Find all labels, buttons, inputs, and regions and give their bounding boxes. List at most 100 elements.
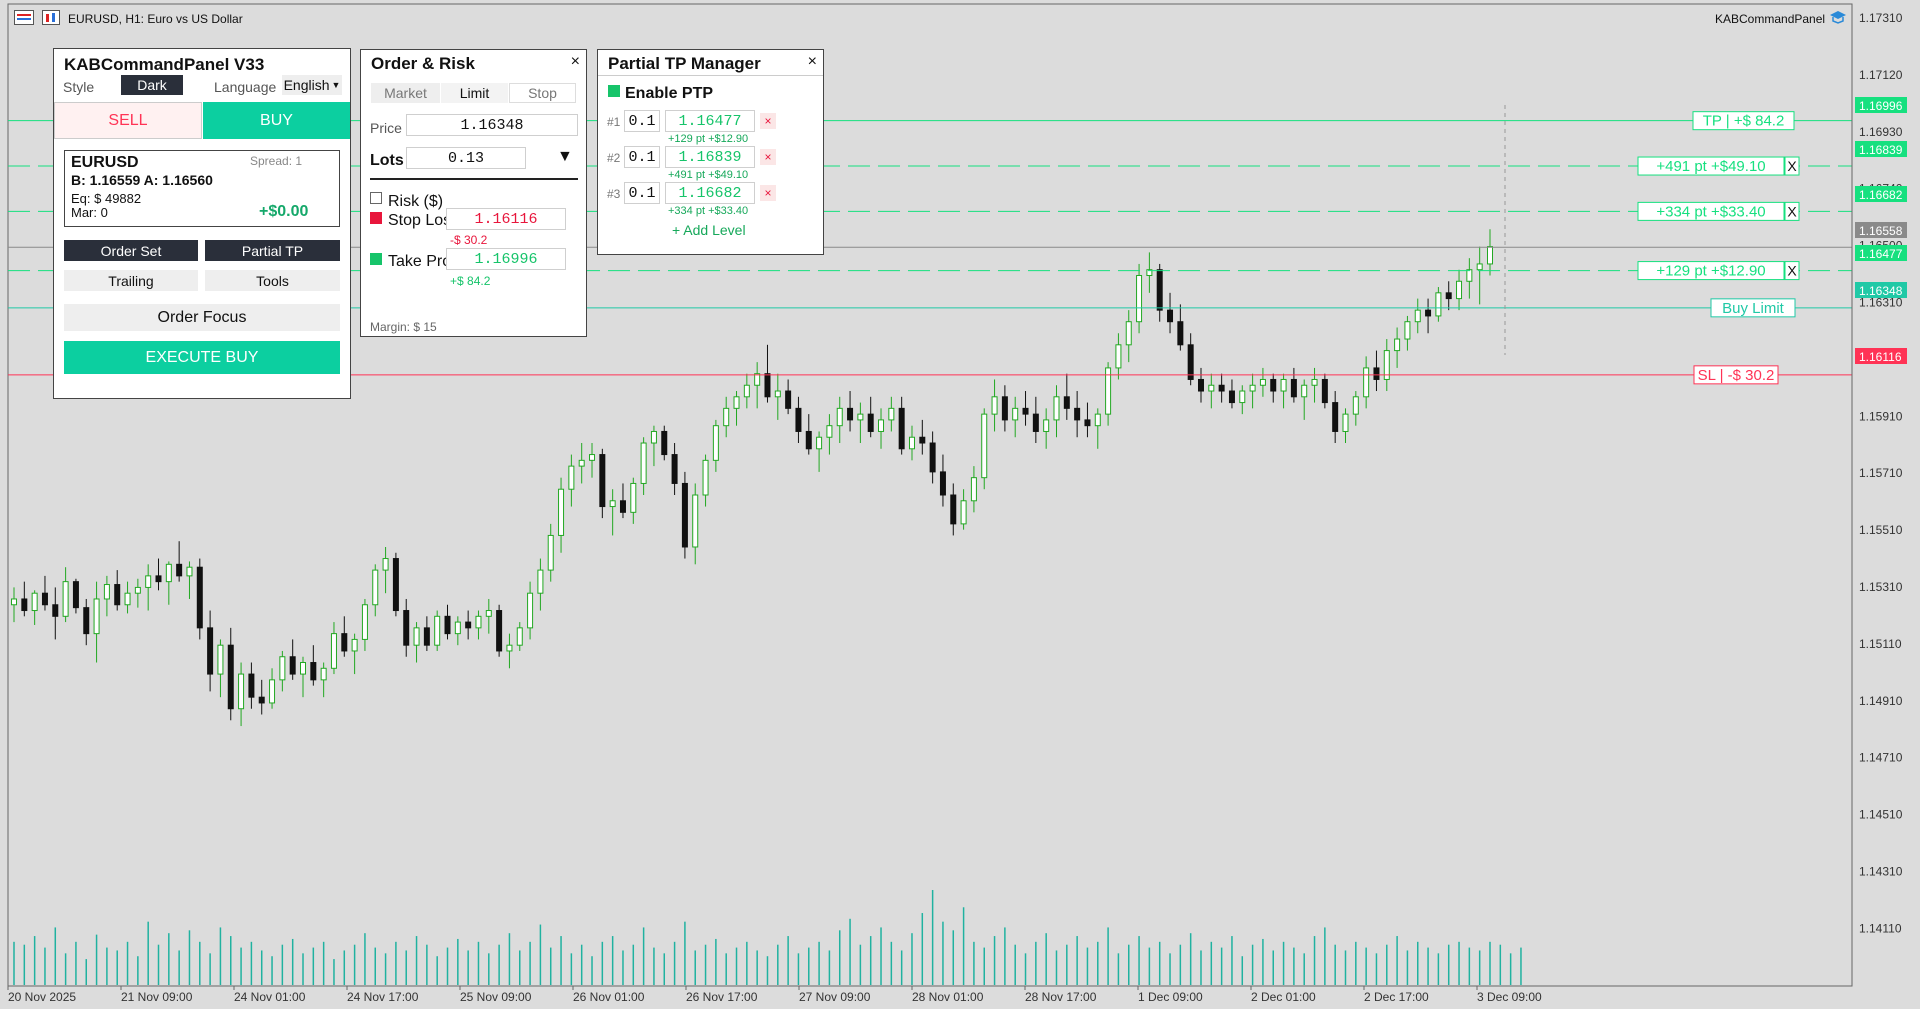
ptp-remove-button[interactable]: × — [760, 113, 776, 129]
time-axis-label: 24 Nov 17:00 — [347, 990, 419, 1004]
candle-body — [681, 482, 688, 548]
candle-body — [1363, 367, 1370, 398]
candle-body — [1290, 378, 1297, 398]
price-axis-label: 1.14110 — [1859, 921, 1902, 935]
ptp-level-index: #1 — [607, 115, 621, 129]
candle-body — [134, 586, 141, 594]
style-toggle[interactable]: Dark — [121, 75, 183, 95]
tp-input[interactable]: 1.16996 — [446, 248, 566, 270]
graduation-cap-icon[interactable] — [1829, 10, 1847, 24]
ptp-price-input[interactable]: 1.16682 — [665, 182, 755, 204]
candle-body — [754, 373, 761, 386]
mode-limit[interactable]: Limit — [441, 83, 508, 103]
ptp-title: Partial TP Manager — [608, 54, 761, 73]
chart-window-icon[interactable] — [42, 10, 60, 25]
candle-body — [1218, 384, 1225, 392]
ptp-price-input[interactable]: 1.16839 — [665, 146, 755, 168]
candle-body — [733, 396, 740, 409]
candle-body — [857, 413, 864, 421]
candle-body — [300, 662, 307, 675]
candle-body — [692, 494, 699, 548]
candle-body — [341, 633, 348, 652]
candle-body — [527, 592, 534, 629]
time-axis-label: 28 Nov 17:00 — [1025, 990, 1097, 1004]
candle-body — [847, 407, 854, 421]
ptp-price-input[interactable]: 1.16477 — [665, 110, 755, 132]
candle-body — [1352, 396, 1359, 415]
candle-body — [1404, 321, 1411, 340]
candle-body — [805, 430, 812, 450]
price-input[interactable]: 1.16348 — [406, 114, 578, 136]
candle-body — [176, 563, 183, 577]
kab-command-panel: KABCommandPanel V33 Style Dark Language … — [53, 48, 351, 399]
candle-body — [640, 442, 647, 484]
candle-body — [1487, 246, 1493, 265]
enable-ptp-checkbox[interactable] — [608, 85, 620, 97]
candle-body — [1394, 338, 1401, 352]
candle-body — [661, 430, 668, 456]
ptp-remove-button[interactable]: × — [760, 185, 776, 201]
mode-stop[interactable]: Stop — [509, 83, 576, 103]
candle-body — [1435, 292, 1442, 317]
order-risk-title: Order & Risk — [371, 54, 475, 73]
candle-body — [1456, 280, 1463, 300]
lots-chevron-icon[interactable]: ▼ — [557, 148, 573, 166]
tab-trailing[interactable]: Trailing — [64, 270, 198, 291]
candle-body — [320, 667, 327, 681]
candle-body — [506, 644, 513, 652]
close-icon: X — [1787, 158, 1797, 174]
close-icon: X — [1787, 203, 1797, 219]
indicator-name: KABCommandPanel — [1715, 12, 1826, 26]
candle-body — [960, 500, 967, 525]
candle-body — [1239, 390, 1246, 404]
candle-body — [454, 621, 461, 635]
sl-checkbox[interactable] — [370, 212, 382, 224]
candle-body — [1167, 309, 1174, 323]
candle-body — [785, 390, 792, 409]
ptp-remove-button[interactable]: × — [760, 149, 776, 165]
candle-body — [723, 407, 730, 427]
price-axis-label: 1.14310 — [1859, 865, 1903, 879]
mode-market[interactable]: Market — [371, 83, 440, 103]
partial-tp-panel: Partial TP Manager × Enable PTP #1 0.1 1.1… — [597, 49, 824, 255]
close-icon[interactable]: × — [571, 53, 580, 71]
line-label: TP | +$ 84.2 — [1703, 113, 1785, 130]
sl-input[interactable]: 1.16116 — [446, 208, 566, 230]
candle-body — [743, 384, 750, 398]
candle-body — [72, 581, 79, 609]
menu-grid-icon[interactable] — [14, 10, 34, 25]
line-label: +129 pt +$12.90 — [1656, 263, 1765, 280]
candle-body — [330, 633, 337, 669]
tp-checkbox[interactable] — [370, 253, 382, 265]
candle-body — [547, 534, 554, 571]
sell-button[interactable]: SELL — [54, 102, 202, 139]
candle-body — [1022, 407, 1029, 415]
close-icon[interactable]: × — [808, 53, 817, 71]
line-label: +491 pt +$49.10 — [1656, 158, 1765, 175]
price-axis-label: 1.14710 — [1859, 751, 1903, 765]
bid-ask: B: 1.16559 A: 1.16560 — [71, 172, 213, 188]
candle-body — [196, 566, 203, 629]
candle-body — [1425, 309, 1432, 317]
tab-partial-tp[interactable]: Partial TP — [205, 240, 340, 261]
candle-body — [950, 494, 957, 525]
buy-button[interactable]: BUY — [203, 102, 350, 139]
add-level-button[interactable]: + Add Level — [672, 222, 746, 238]
tab-order-set[interactable]: Order Set — [64, 240, 198, 261]
language-select[interactable]: English ▼ — [282, 75, 342, 95]
execute-buy-button[interactable]: EXECUTE BUY — [64, 341, 340, 374]
price-axis-label: 1.15310 — [1859, 580, 1903, 594]
tab-tools[interactable]: Tools — [205, 270, 340, 291]
candle-body — [496, 610, 503, 652]
candle-body — [558, 488, 565, 536]
risk-checkbox[interactable] — [370, 192, 382, 204]
enable-ptp-label: Enable PTP — [625, 85, 714, 102]
ptp-lot-input[interactable]: 0.1 — [624, 110, 660, 132]
candle-body — [1156, 269, 1163, 311]
candle-body — [826, 425, 833, 438]
order-focus-button[interactable]: Order Focus — [64, 304, 340, 331]
ptp-lot-input[interactable]: 0.1 — [624, 146, 660, 168]
ptp-lot-input[interactable]: 0.1 — [624, 182, 660, 204]
lots-input[interactable]: 0.13 — [406, 147, 526, 169]
line-label: SL | -$ 30.2 — [1698, 367, 1775, 384]
